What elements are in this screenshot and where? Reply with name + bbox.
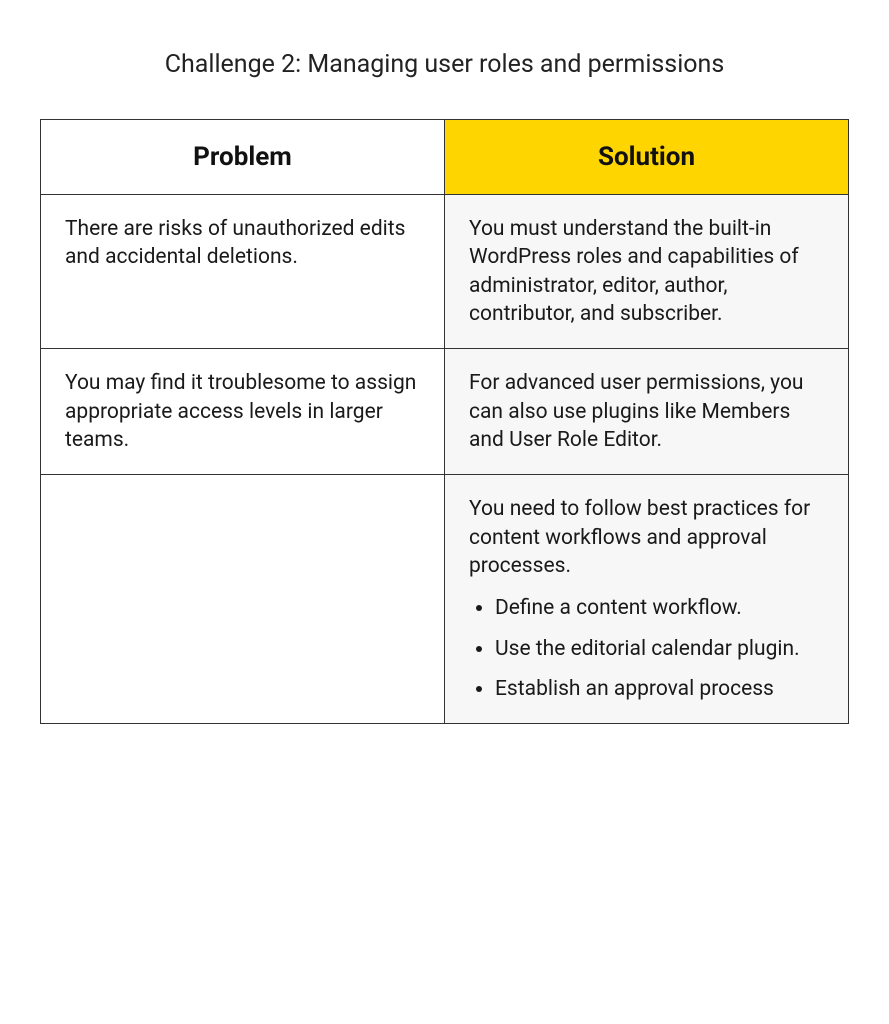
page-title: Challenge 2: Managing user roles and per… [40,50,849,79]
problem-cell: There are risks of unauthorized edits an… [41,195,445,349]
table-header-row: Problem Solution [41,120,849,195]
problem-solution-table: Problem Solution There are risks of unau… [40,119,849,724]
problem-cell [41,475,445,724]
table-row: You may find it troublesome to assign ap… [41,349,849,475]
solution-cell: For advanced user permissions, you can a… [445,349,849,475]
list-item: Establish an approval process [495,675,824,703]
header-solution: Solution [445,120,849,195]
solution-bullet-list: Define a content workflow. Use the edito… [469,594,824,703]
list-item: Use the editorial calendar plugin. [495,635,824,663]
solution-cell: You must understand the built-in WordPre… [445,195,849,349]
solution-cell: You need to follow best practices for co… [445,475,849,724]
list-item: Define a content workflow. [495,594,824,622]
problem-cell: You may find it troublesome to assign ap… [41,349,445,475]
solution-intro: You need to follow best practices for co… [469,495,824,580]
header-problem: Problem [41,120,445,195]
table-row: You need to follow best practices for co… [41,475,849,724]
table-row: There are risks of unauthorized edits an… [41,195,849,349]
